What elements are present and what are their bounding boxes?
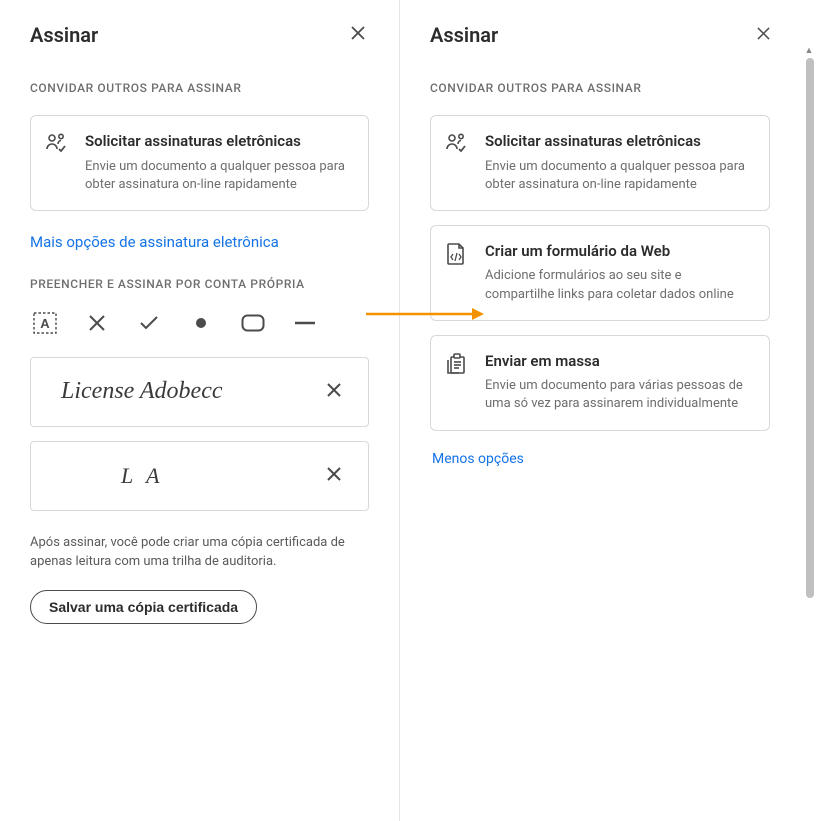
scrollbar-thumb[interactable] xyxy=(806,58,814,598)
panel-title: Assinar xyxy=(430,23,498,47)
close-button[interactable] xyxy=(753,22,774,47)
delete-signature-button[interactable] xyxy=(322,378,346,406)
card-title: Solicitar assinaturas eletrônicas xyxy=(85,132,350,152)
card-title: Criar um formulário da Web xyxy=(485,242,751,262)
request-signatures-card[interactable]: Solicitar assinaturas eletrônicas Envie … xyxy=(430,115,770,211)
check-tool[interactable] xyxy=(136,311,162,335)
request-signatures-icon xyxy=(45,132,69,156)
svg-text:A: A xyxy=(40,316,50,331)
invite-section-label: CONVIDAR OUTROS PARA ASSINAR xyxy=(430,81,788,95)
scroll-up-arrow[interactable]: ▲ xyxy=(804,46,814,56)
sign-panel-expanded: ▲ Assinar CONVIDAR OUTROS PARA ASSINAR S… xyxy=(400,0,818,821)
card-title: Solicitar assinaturas eletrônicas xyxy=(485,132,751,152)
panel-header: Assinar xyxy=(430,22,788,47)
initials-box[interactable]: L A xyxy=(30,441,369,511)
panel-header: Assinar xyxy=(30,22,369,47)
request-signatures-icon xyxy=(445,132,469,156)
dot-tool[interactable] xyxy=(188,311,214,335)
panel-title: Assinar xyxy=(30,23,98,47)
signature-full-name: License Adobecc xyxy=(61,378,223,405)
more-options-link[interactable]: Mais opções de assinatura eletrônica xyxy=(30,233,279,251)
close-icon xyxy=(757,27,770,40)
signature-initials: L A xyxy=(121,463,163,489)
fill-sign-toolbar: A xyxy=(30,311,369,335)
cross-tool[interactable] xyxy=(84,311,110,335)
request-signatures-card[interactable]: Solicitar assinaturas eletrônicas Envie … xyxy=(30,115,369,211)
signature-box[interactable]: License Adobecc xyxy=(30,357,369,427)
send-bulk-card[interactable]: Enviar em massa Envie um documento para … xyxy=(430,335,770,431)
sign-panel-collapsed: Assinar CONVIDAR OUTROS PARA ASSINAR Sol… xyxy=(0,0,400,821)
close-button[interactable] xyxy=(347,22,369,47)
line-tool[interactable] xyxy=(292,311,318,335)
create-web-form-card[interactable]: Criar um formulário da Web Adicione form… xyxy=(430,225,770,321)
rounded-rect-tool[interactable] xyxy=(240,311,266,335)
text-tool[interactable]: A xyxy=(32,311,58,335)
close-icon xyxy=(351,26,365,40)
send-bulk-icon xyxy=(445,352,469,376)
certified-copy-note: Após assinar, você pode criar uma cópia … xyxy=(30,533,369,572)
invite-section-label: CONVIDAR OUTROS PARA ASSINAR xyxy=(30,81,369,95)
less-options-link[interactable]: Menos opções xyxy=(432,451,524,467)
card-desc: Envie um documento a qualquer pessoa par… xyxy=(485,158,751,194)
self-sign-section-label: PREENCHER E ASSINAR POR CONTA PRÓPRIA xyxy=(30,277,369,291)
scrollbar[interactable] xyxy=(806,58,814,598)
card-desc: Adicione formulários ao seu site e compa… xyxy=(485,267,751,303)
close-icon xyxy=(326,382,342,398)
card-desc: Envie um documento a qualquer pessoa par… xyxy=(85,158,350,194)
card-desc: Envie um documento para várias pessoas d… xyxy=(485,377,751,413)
close-icon xyxy=(326,466,342,482)
web-form-icon xyxy=(445,242,469,266)
delete-initials-button[interactable] xyxy=(322,462,346,490)
card-title: Enviar em massa xyxy=(485,352,751,372)
save-certified-copy-button[interactable]: Salvar uma cópia certificada xyxy=(30,590,257,624)
